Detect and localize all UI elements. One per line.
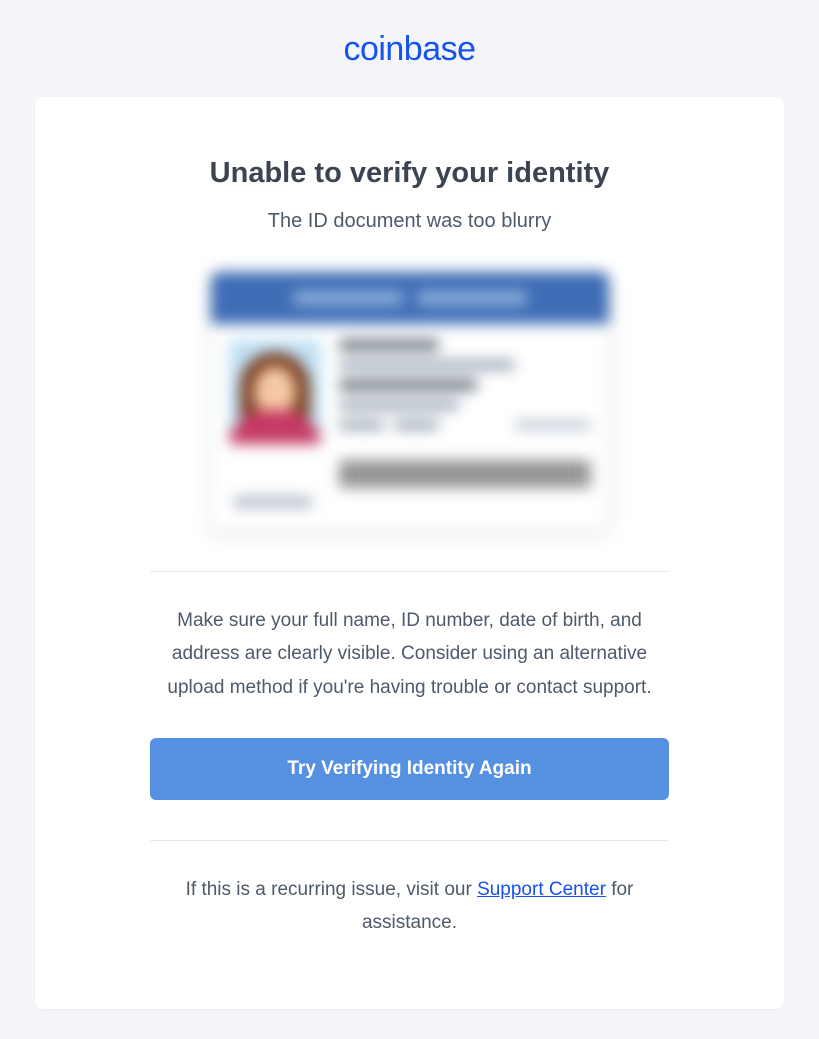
divider <box>150 571 669 572</box>
barcode-icon <box>341 460 591 488</box>
failure-reason: The ID document was too blurry <box>150 210 669 233</box>
help-text: Make sure your full name, ID number, dat… <box>150 604 669 704</box>
page-title: Unable to verify your identity <box>150 157 669 190</box>
support-center-link[interactable]: Support Center <box>477 879 606 900</box>
support-footer: If this is a recurring issue, visit our … <box>150 873 669 940</box>
footer-prefix: If this is a recurring issue, visit our <box>186 879 477 900</box>
blurry-id-illustration <box>210 271 610 531</box>
brand-header: coinbase <box>35 30 784 69</box>
id-photo-icon <box>229 340 321 444</box>
divider <box>150 840 669 841</box>
retry-verify-button[interactable]: Try Verifying Identity Again <box>150 738 669 800</box>
brand-logo: coinbase <box>343 30 475 68</box>
verification-card: Unable to verify your identity The ID do… <box>35 97 784 1009</box>
